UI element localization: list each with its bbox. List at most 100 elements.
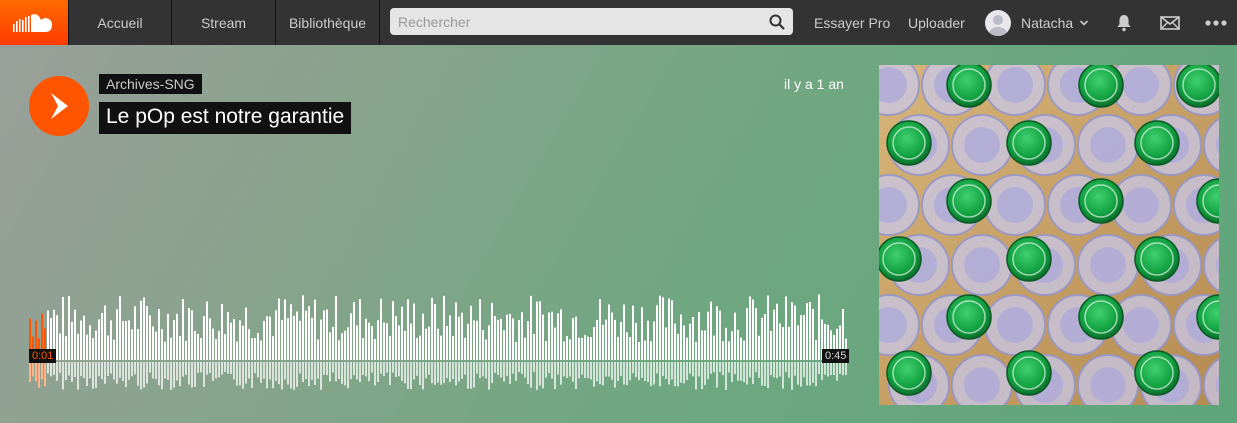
waveform-bar xyxy=(80,320,82,360)
waveform-bar-reflection xyxy=(674,362,676,387)
waveform-bar xyxy=(797,325,799,360)
waveform-bar-reflection xyxy=(368,362,370,382)
waveform-bar-reflection xyxy=(698,362,700,377)
waveform-bar xyxy=(569,339,571,360)
waveform-bar xyxy=(716,306,718,360)
waveform-bar-reflection xyxy=(791,362,793,390)
user-menu[interactable]: Natacha xyxy=(985,0,1089,45)
waveform-bar-reflection xyxy=(599,362,601,385)
waveform-bar-reflection xyxy=(332,362,334,373)
waveform-bar xyxy=(146,306,148,360)
waveform-bar-reflection xyxy=(671,362,673,380)
waveform-bar xyxy=(593,327,595,360)
play-button[interactable] xyxy=(29,76,89,136)
soundcloud-logo[interactable] xyxy=(0,0,68,45)
waveform-bar-reflection xyxy=(632,362,634,374)
waveform-bar-reflection xyxy=(398,362,400,377)
search-input[interactable] xyxy=(390,8,761,35)
waveform-bar-reflection xyxy=(242,362,244,389)
waveform-bar xyxy=(734,312,736,360)
waveform-bar xyxy=(284,299,286,360)
waveform-bar xyxy=(212,328,214,360)
try-pro-link[interactable]: Essayer Pro xyxy=(814,0,890,45)
waveform-bar-reflection xyxy=(131,362,133,377)
waveform-bar xyxy=(95,330,97,360)
waveform-bar-reflection xyxy=(50,362,52,377)
waveform-bar xyxy=(692,317,694,360)
waveform-bar xyxy=(554,327,556,360)
waveform-bar-reflection xyxy=(254,362,256,374)
waveform-bar xyxy=(695,341,697,360)
notifications-button[interactable] xyxy=(1112,0,1136,45)
waveform-bar xyxy=(425,328,427,360)
waveform-bar-reflection xyxy=(629,362,631,381)
nav-home[interactable]: Accueil xyxy=(68,0,172,45)
waveform-bar-reflection xyxy=(374,362,376,386)
waveform-bar xyxy=(620,321,622,360)
waveform-bar-reflection xyxy=(776,362,778,379)
waveform-bar xyxy=(299,320,301,360)
waveform-bar xyxy=(596,319,598,360)
waveform-bar-reflection xyxy=(611,362,613,380)
waveform-bar xyxy=(155,331,157,360)
waveform-bar-reflection xyxy=(248,362,250,379)
waveform-bar-reflection xyxy=(806,362,808,386)
waveform-bar xyxy=(527,321,529,360)
waveform-bar xyxy=(662,297,664,360)
waveform-bar xyxy=(65,336,67,360)
waveform-bar-reflection xyxy=(803,362,805,378)
waveform-bar xyxy=(179,335,181,360)
waveform-bar-reflection xyxy=(134,362,136,375)
messages-button[interactable] xyxy=(1158,0,1182,45)
waveform-bar xyxy=(437,328,439,360)
waveform-bar-reflection xyxy=(716,362,718,388)
waveform-bar xyxy=(812,309,814,360)
waveform-bar xyxy=(275,310,277,360)
waveform-bar-reflection xyxy=(122,362,124,381)
waveform-bar xyxy=(62,296,64,360)
waveform-bar xyxy=(788,326,790,360)
waveform-bar xyxy=(725,327,727,360)
waveform-bar xyxy=(503,330,505,360)
waveform-bar xyxy=(227,312,229,360)
search-button[interactable] xyxy=(761,8,793,35)
waveform-bar xyxy=(755,308,757,360)
artist-name[interactable]: Archives-SNG xyxy=(99,74,202,94)
waveform-bar xyxy=(731,331,733,360)
waveform-bar xyxy=(572,318,574,360)
more-button[interactable] xyxy=(1203,0,1229,45)
waveform-bar-reflection xyxy=(230,362,232,374)
waveform-bar xyxy=(302,295,304,360)
waveform-bar-reflection xyxy=(62,362,64,390)
waveform-bar-reflection xyxy=(236,362,238,386)
waveform-bar xyxy=(704,330,706,360)
waveform-bar xyxy=(416,337,418,360)
waveform-bar-reflection xyxy=(80,362,82,377)
waveform-bar-reflection xyxy=(587,362,589,378)
waveform-bar xyxy=(257,333,259,360)
waveform-bar-reflection xyxy=(731,362,733,383)
waveform-bar-reflection xyxy=(395,362,397,378)
waveform-bar xyxy=(707,311,709,360)
waveform-bar xyxy=(479,299,481,360)
waveform-bar-reflection xyxy=(302,362,304,382)
upload-link[interactable]: Uploader xyxy=(908,0,965,45)
waveform-bar xyxy=(110,320,112,360)
waveform-bar xyxy=(71,321,73,360)
waveform-bar xyxy=(308,305,310,360)
waveform-bar xyxy=(539,301,541,360)
waveform-bar-reflection xyxy=(473,362,475,388)
waveform-bar-reflection xyxy=(725,362,727,390)
waveform-bar-reflection xyxy=(665,362,667,379)
waveform-bar xyxy=(197,333,199,360)
waveform-bar-reflection xyxy=(425,362,427,379)
waveform-bar-reflection xyxy=(191,362,193,388)
waveform-bar xyxy=(392,301,394,360)
waveform-bar xyxy=(377,320,379,360)
waveform[interactable] xyxy=(29,290,849,390)
chevron-down-icon xyxy=(1080,19,1089,26)
nav-library[interactable]: Bibliothèque xyxy=(276,0,380,45)
nav-stream[interactable]: Stream xyxy=(172,0,276,45)
waveform-bar xyxy=(77,333,79,360)
waveform-bar xyxy=(818,294,820,360)
